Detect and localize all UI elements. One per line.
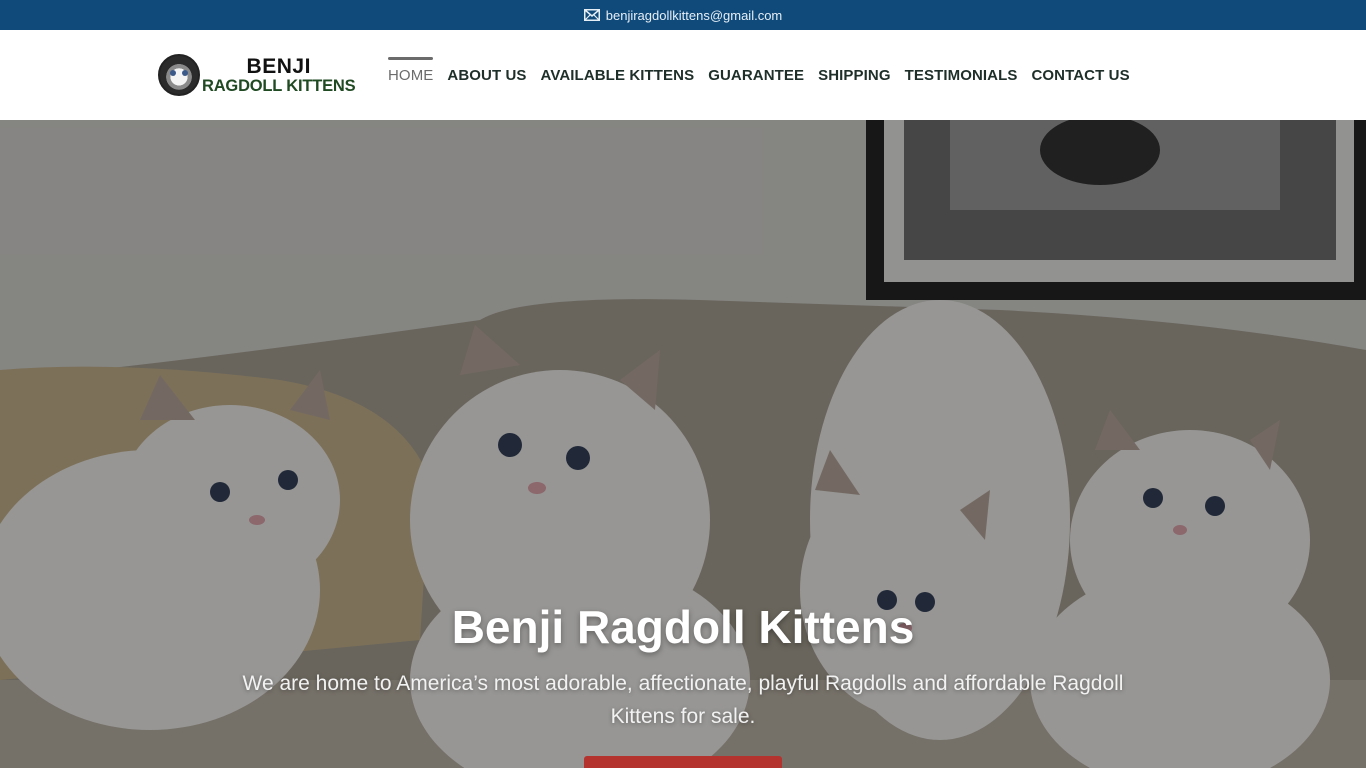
nav-available-kittens[interactable]: AVAILABLE KITTENS bbox=[541, 59, 695, 92]
nav-contact-us[interactable]: CONTACT US bbox=[1031, 59, 1129, 92]
top-contact-bar: benjiragdollkittens@gmail.com bbox=[0, 0, 1366, 30]
nav-guarantee[interactable]: GUARANTEE bbox=[708, 59, 804, 92]
email-text: benjiragdollkittens@gmail.com bbox=[605, 7, 783, 23]
hero-cta-button[interactable] bbox=[584, 756, 782, 768]
nav-home[interactable]: HOME bbox=[388, 56, 434, 92]
logo-line-2: RAGDOLL KITTENS bbox=[202, 76, 356, 95]
hero-banner: Benji Ragdoll Kittens We are home to Ame… bbox=[0, 120, 1366, 768]
email-link[interactable]: benjiragdollkittens@gmail.com bbox=[583, 7, 783, 23]
hero-title: Benji Ragdoll Kittens bbox=[451, 601, 915, 653]
envelope-icon bbox=[583, 9, 600, 21]
nav-about-us[interactable]: ABOUT US bbox=[447, 59, 526, 92]
cat-logo-icon bbox=[158, 54, 200, 96]
site-header: BENJI RAGDOLL KITTENS HOME ABOUT US AVAI… bbox=[0, 30, 1366, 120]
site-logo[interactable]: BENJI RAGDOLL KITTENS bbox=[158, 52, 358, 98]
logo-text: BENJI RAGDOLL KITTENS bbox=[202, 54, 356, 95]
nav-shipping[interactable]: SHIPPING bbox=[818, 59, 890, 92]
main-nav: HOME ABOUT US AVAILABLE KITTENS GUARANTE… bbox=[388, 56, 1130, 93]
logo-line-1: BENJI bbox=[246, 54, 311, 78]
hero-subtitle: We are home to America’s most adorable, … bbox=[242, 672, 1124, 728]
nav-testimonials[interactable]: TESTIMONIALS bbox=[905, 59, 1018, 92]
